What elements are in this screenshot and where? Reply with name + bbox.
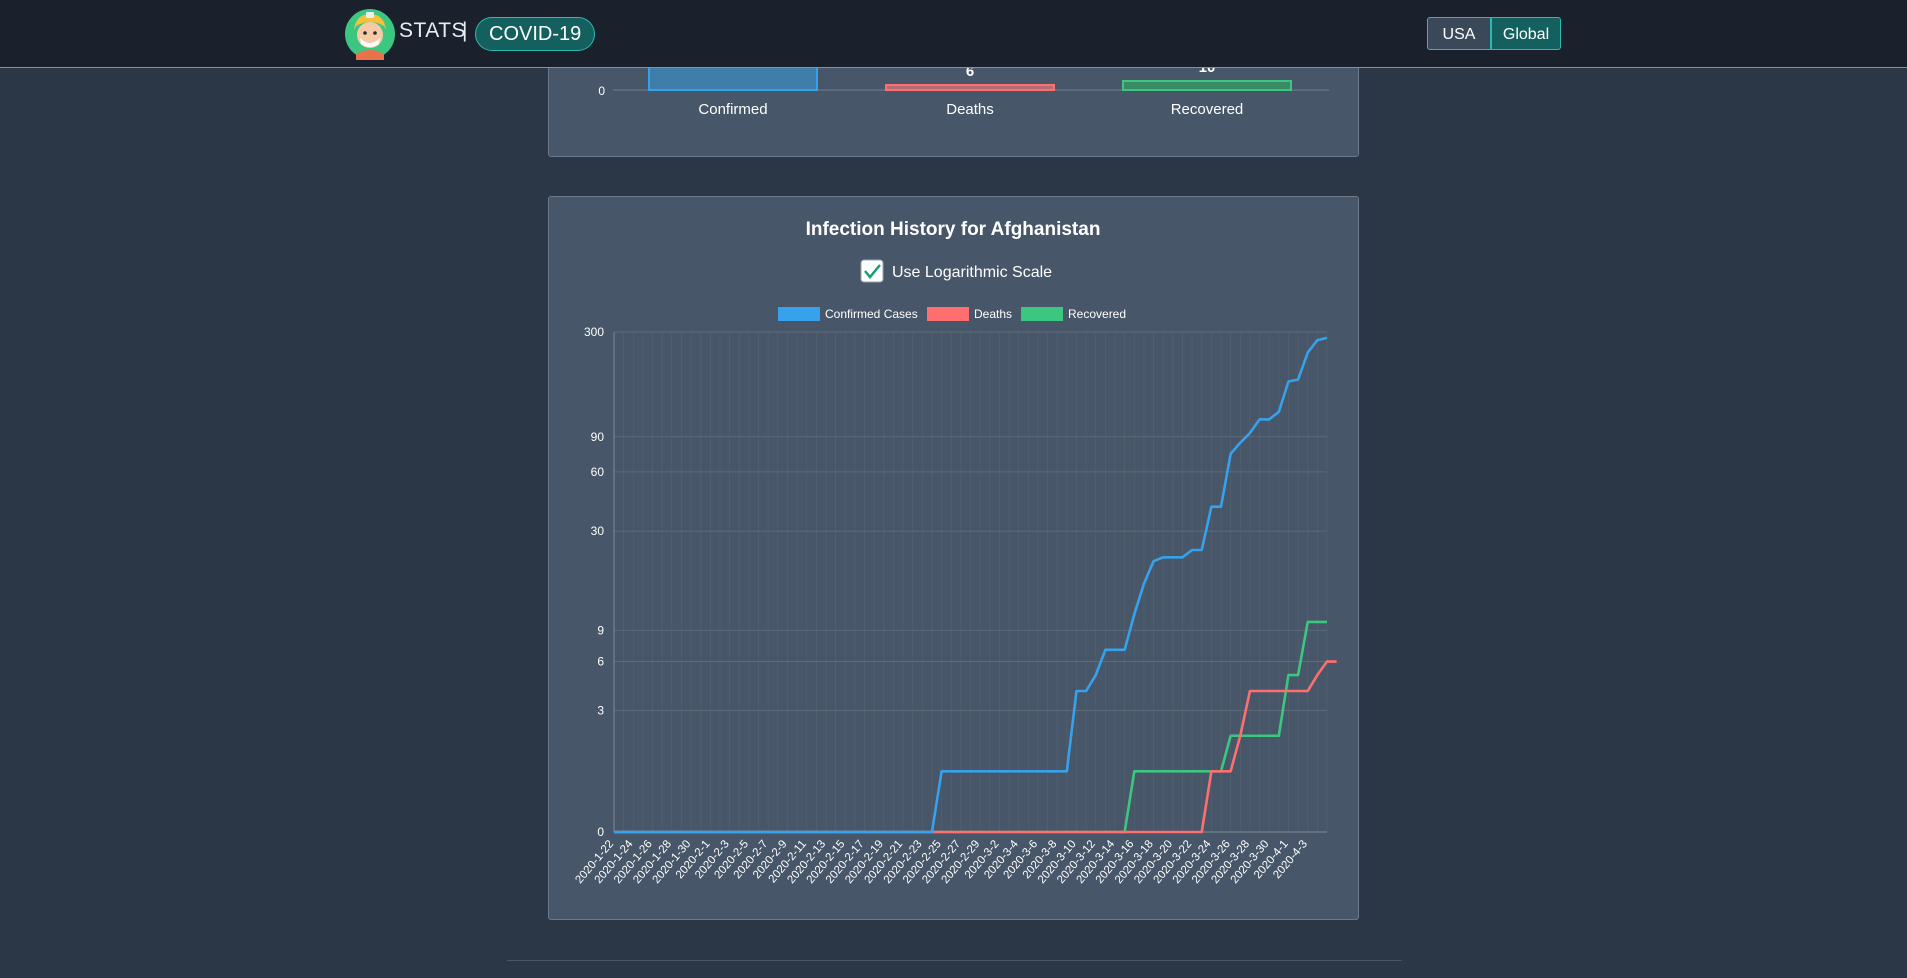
y-tick-label: 6 <box>597 655 604 669</box>
y-tick-label: 90 <box>591 430 605 444</box>
y-tick-label: 300 <box>584 325 604 339</box>
summary-category-recovered: Recovered <box>1171 101 1244 118</box>
footer-divider <box>507 960 1402 961</box>
brand-covid-pill[interactable]: COVID-19 <box>475 17 596 51</box>
y-tick-label: 3 <box>597 704 604 718</box>
y-tick-label: 0 <box>597 825 604 839</box>
usa-region-button[interactable]: USA <box>1427 17 1491 50</box>
doctor-avatar-logo[interactable] <box>344 8 396 60</box>
legend-label-recovered[interactable]: Recovered <box>1068 307 1126 321</box>
y-tick-label: 60 <box>591 465 605 479</box>
infection-history-chart: Infection History for Afghanistan Use Lo… <box>573 219 1337 886</box>
legend-swatch-recovered[interactable] <box>1021 307 1063 321</box>
legend-label-deaths[interactable]: Deaths <box>974 307 1012 321</box>
summary-bar-recovered[interactable] <box>1122 80 1292 91</box>
brand-divider: | <box>462 19 468 42</box>
log-scale-label[interactable]: Use Logarithmic Scale <box>892 264 1052 281</box>
legend-swatch-deaths[interactable] <box>927 307 969 321</box>
chart-legend: Confirmed Cases Deaths Recovered <box>778 307 1126 321</box>
top-navbar: STATS | COVID-19 USA Global <box>0 0 1907 68</box>
y-tick-label: 30 <box>591 524 605 538</box>
summary-category-deaths: Deaths <box>946 101 994 118</box>
summary-category-confirmed: Confirmed <box>698 101 767 118</box>
legend-label-confirmed[interactable]: Confirmed Cases <box>825 307 918 321</box>
summary-y-tick-0: 0 <box>598 84 605 98</box>
y-tick-label: 9 <box>597 623 604 637</box>
log-scale-checkbox[interactable] <box>860 259 884 283</box>
summary-bar-deaths[interactable] <box>885 84 1055 91</box>
infection-history-card: Infection History for Afghanistan Use Lo… <box>548 196 1359 920</box>
global-region-button[interactable]: Global <box>1491 17 1561 50</box>
brand-stats-text: STATS <box>399 19 467 42</box>
chart-title: Infection History for Afghanistan <box>806 219 1101 240</box>
legend-swatch-confirmed[interactable] <box>778 307 820 321</box>
